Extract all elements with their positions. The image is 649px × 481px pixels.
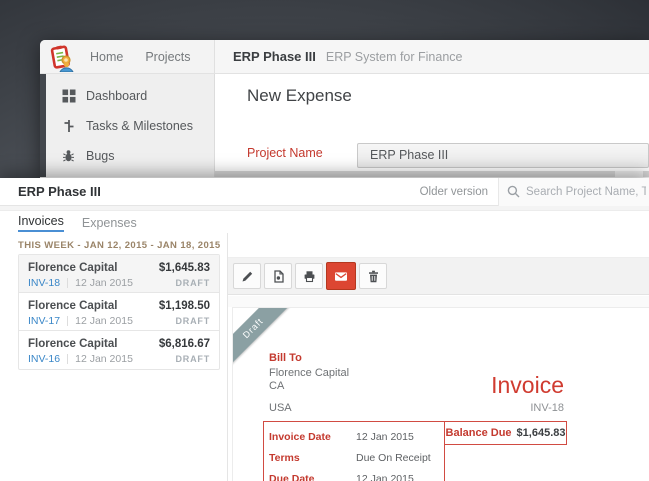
list-section-header: THIS WEEK - JAN 12, 2015 - JAN 18, 2015 (18, 240, 221, 251)
sidebar-item-dashboard[interactable]: Dashboard (46, 81, 214, 111)
invoice-amount: $1,198.50 (158, 300, 210, 312)
screen: Home Projects ERP Phase III ERP System f… (0, 0, 649, 481)
invoice-amount: $6,816.67 (158, 338, 210, 350)
delete-button[interactable] (359, 263, 387, 289)
status-badge: DRAFT (175, 316, 210, 326)
invoice-number-link[interactable]: INV-17 (28, 315, 60, 327)
meta-value: 12 Jan 2015 (356, 473, 414, 481)
project-name-select[interactable]: ERP Phase III (357, 143, 649, 168)
pane-gap (228, 296, 649, 307)
app-body: Dashboard Tasks & Milestones Bugs New Ex… (40, 74, 649, 177)
sidebar-item-bugs[interactable]: Bugs (46, 141, 214, 171)
invoice-heading-block: Invoice INV-18 (491, 372, 564, 414)
search-icon (507, 185, 520, 198)
balance-due-box: Balance Due $1,645.83 (444, 421, 567, 445)
projects-app-window: Home Projects ERP Phase III ERP System f… (40, 40, 649, 178)
invoice-customer: Florence Capital (28, 338, 118, 350)
dashboard-icon (62, 89, 76, 103)
search-box[interactable] (498, 177, 649, 206)
invoice-customer: Florence Capital (28, 300, 118, 312)
form-row-partial (215, 171, 649, 177)
tab-invoices[interactable]: Invoices (18, 214, 64, 232)
meta-row: Due Date 12 Jan 2015 (269, 473, 431, 481)
invoice-number-link[interactable]: INV-18 (28, 277, 60, 289)
balance-due-amount: $1,645.83 (516, 427, 566, 439)
meta-row: Invoice Date 12 Jan 2015 (269, 431, 431, 444)
sidebar-items: Dashboard Tasks & Milestones Bugs (46, 74, 214, 177)
nav-projects[interactable]: Projects (145, 50, 190, 64)
sidebar-item-tasks-milestones[interactable]: Tasks & Milestones (46, 111, 214, 141)
milestone-icon (64, 120, 74, 132)
project-name-label: Project Name (247, 146, 323, 160)
invoice-date: 12 Jan 2015 (75, 315, 133, 327)
divider (67, 278, 69, 288)
bug-icon (63, 150, 74, 162)
sidebar-item-partial[interactable] (46, 171, 214, 177)
email-icon (335, 271, 347, 281)
invoices-panel: ERP Phase III Older version Invoices Exp… (0, 177, 649, 481)
invoice-doc-title: Invoice (491, 372, 564, 398)
invoice-list-item[interactable]: Florence Capital $1,645.83 INV-18 12 Jan… (19, 255, 219, 293)
divider (67, 316, 69, 326)
email-button[interactable] (326, 262, 356, 290)
page-title: New Expense (247, 86, 352, 105)
nav-home[interactable]: Home (90, 50, 123, 64)
divider (67, 354, 69, 364)
projects-app-logo-icon (50, 45, 74, 72)
sidebar-item-label: Tasks & Milestones (86, 119, 193, 133)
invoice-date: 12 Jan 2015 (75, 353, 133, 365)
project-title: ERP Phase III (233, 49, 316, 64)
invoice-detail-pane: Draft Bill To Florence Capital CA USA In… (228, 233, 649, 481)
search-input[interactable] (526, 185, 646, 198)
tab-expenses[interactable]: Expenses (82, 216, 137, 232)
export-pdf-button[interactable] (264, 263, 292, 289)
customer-state: CA (269, 380, 285, 392)
older-version-link[interactable]: Older version (420, 186, 488, 198)
balance-due-label: Balance Due (445, 427, 512, 439)
invoice-toolbar (228, 257, 649, 295)
status-badge: DRAFT (175, 278, 210, 288)
status-badge: DRAFT (175, 354, 210, 364)
invoice-list: Florence Capital $1,645.83 INV-18 12 Jan… (18, 254, 220, 370)
trash-icon (368, 270, 378, 282)
meta-label: Due Date (269, 473, 315, 481)
invoice-list-item[interactable]: Florence Capital $6,816.67 INV-16 12 Jan… (19, 331, 219, 369)
meta-value: Due On Receipt (356, 452, 431, 464)
app-top-bar: Home Projects ERP Phase III ERP System f… (40, 40, 649, 74)
sidebar-item-label: Bugs (86, 149, 115, 163)
tabs-bar: Invoices Expenses (0, 211, 649, 232)
customer-name: Florence Capital (269, 367, 350, 379)
customer-country: USA (269, 402, 292, 414)
pdf-icon (273, 269, 284, 283)
panel-title: ERP Phase III (18, 184, 101, 199)
invoice-preview: Draft Bill To Florence Capital CA USA In… (232, 307, 649, 481)
meta-label: Terms (269, 452, 300, 464)
app-nav-section: Home Projects (40, 40, 215, 73)
invoice-date: 12 Jan 2015 (75, 277, 133, 289)
invoice-doc-number: INV-18 (530, 402, 564, 414)
panel-header: ERP Phase III Older version (0, 177, 649, 206)
project-header: ERP Phase III ERP System for Finance (215, 40, 649, 73)
invoice-number-link[interactable]: INV-16 (28, 353, 60, 365)
meta-value: 12 Jan 2015 (356, 431, 414, 443)
invoice-meta: Invoice Date 12 Jan 2015 Terms Due On Re… (269, 431, 431, 481)
print-icon (304, 270, 314, 282)
bill-to-label: Bill To (269, 352, 302, 364)
table-left-border (263, 421, 264, 481)
meta-label: Invoice Date (269, 431, 331, 443)
form-row-partial-chip (615, 171, 643, 177)
sidebar-item-label: Dashboard (86, 89, 148, 103)
print-button[interactable] (295, 263, 323, 289)
edit-button[interactable] (233, 263, 261, 289)
new-expense-form: New Expense Project Name ERP Phase III (215, 74, 649, 177)
pencil-icon (242, 271, 252, 281)
meta-row: Terms Due On Receipt (269, 452, 431, 465)
invoice-list-item[interactable]: Florence Capital $1,198.50 INV-17 12 Jan… (19, 293, 219, 331)
app-sidebar: Dashboard Tasks & Milestones Bugs (40, 74, 215, 177)
project-subtitle: ERP System for Finance (325, 49, 463, 64)
invoice-customer: Florence Capital (28, 262, 118, 274)
bill-to-block: Bill To Florence Capital CA USA (269, 352, 349, 415)
invoice-amount: $1,645.83 (158, 262, 210, 274)
